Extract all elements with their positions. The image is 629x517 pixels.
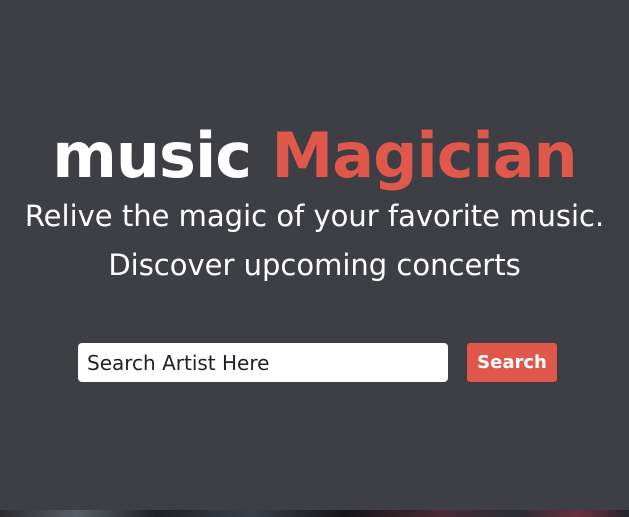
search-button[interactable]: Search xyxy=(467,343,557,382)
tagline-line-1: Relive the magic of your favorite music. xyxy=(24,199,605,233)
page-title: music Magician xyxy=(0,116,629,196)
title-word-magician: Magician xyxy=(271,119,578,192)
search-artist-input[interactable] xyxy=(78,343,448,382)
background-image-strip xyxy=(0,510,629,517)
tagline-line-2: Discover upcoming concerts xyxy=(108,248,521,282)
title-word-music: music xyxy=(52,119,252,192)
hero-section: music Magician Relive the magic of your … xyxy=(0,0,629,510)
